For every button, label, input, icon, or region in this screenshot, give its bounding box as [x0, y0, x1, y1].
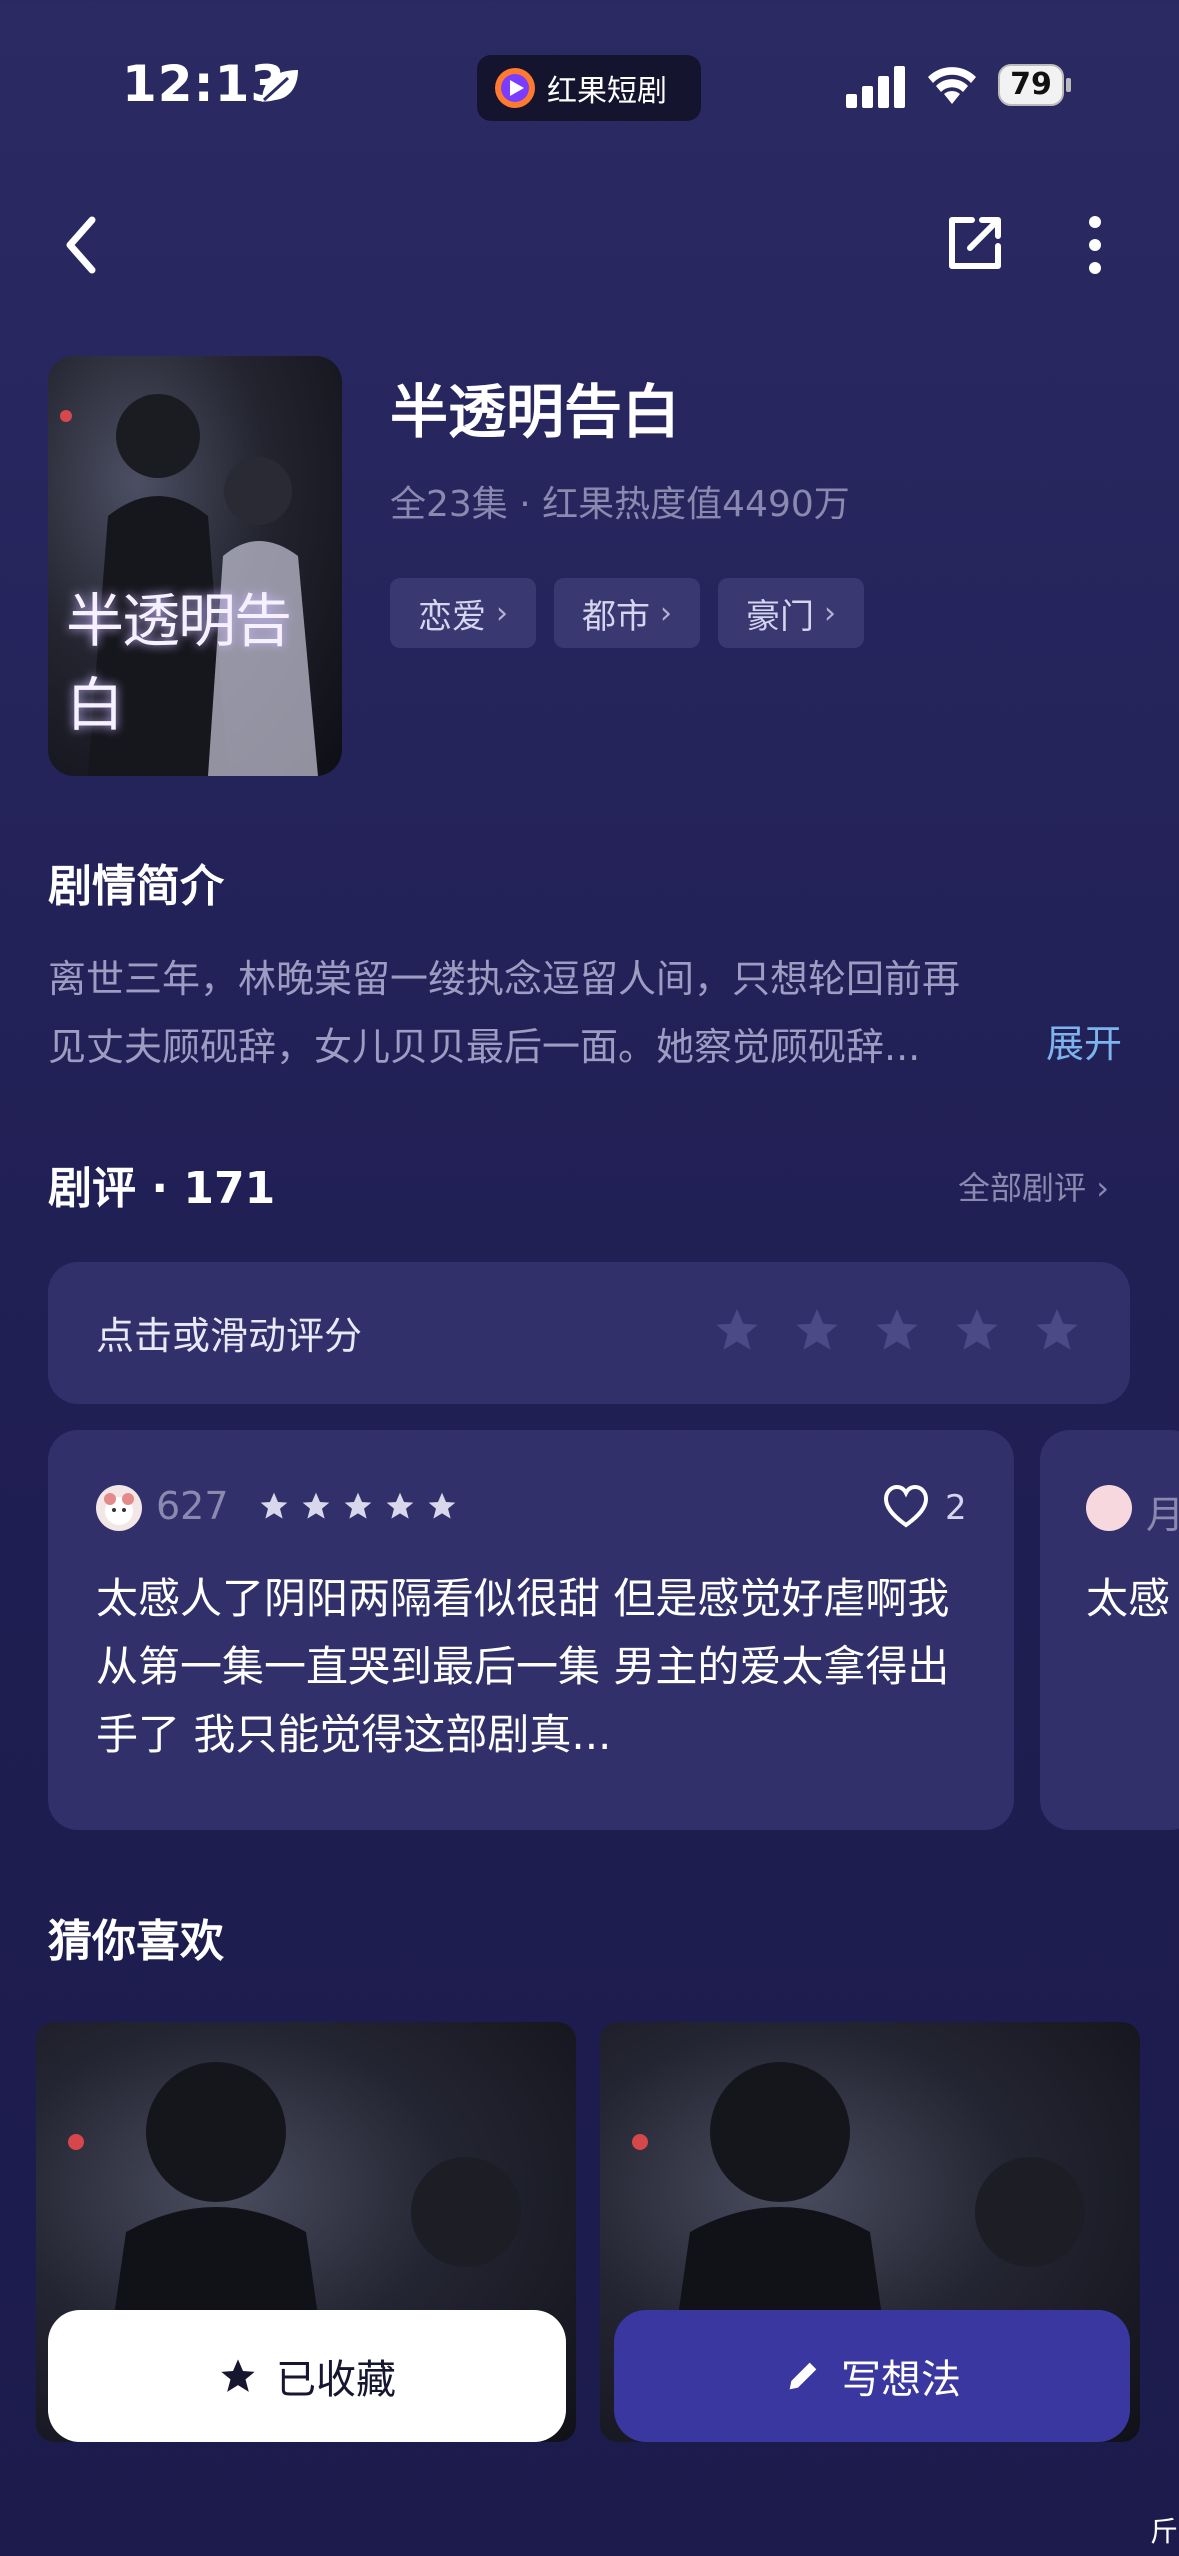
chevron-right-icon: ›: [824, 595, 836, 631]
leaf-icon: [262, 70, 298, 102]
review-text: 太感人了阴阳两隔看似很甜 但是感觉好虐啊我从第一集一直哭到最后一集 男主的爱太拿…: [96, 1574, 950, 1759]
reviews-heading: 剧评 · 171: [48, 1163, 276, 1214]
pencil-icon: [789, 2362, 817, 2390]
like-count: 2: [945, 1488, 967, 1528]
back-button[interactable]: [56, 210, 116, 280]
reviewer-avatar: [96, 1485, 142, 1531]
reviewer-name: 月: [1146, 1493, 1179, 1537]
app-name: 红果短剧: [547, 74, 667, 109]
battery-indicator: 79: [998, 64, 1072, 106]
favorited-button[interactable]: 已收藏: [48, 2310, 566, 2442]
reviewer-name: 627: [156, 1484, 229, 1528]
star-icon[interactable]: [712, 1305, 762, 1355]
star-icon: [428, 1492, 456, 1519]
app-logo-icon: [495, 68, 535, 108]
star-icon: [344, 1492, 372, 1519]
synopsis-text: 离世三年，林晚棠留一缕执念逗留人间，只想轮回前再见丈夫顾砚辞，女儿贝贝最后一面。…: [48, 957, 961, 1069]
genre-tags: 恋爱 › 都市 › 豪门 ›: [390, 578, 864, 648]
star-icon[interactable]: [792, 1305, 842, 1355]
tag-romance[interactable]: 恋爱 ›: [390, 578, 536, 648]
rating-stars[interactable]: [712, 1305, 1082, 1355]
poster-title-text: 半透明告白: [66, 587, 292, 739]
review-text: 太感: [1086, 1574, 1171, 1623]
drama-meta: 全23集 · 红果热度值4490万: [390, 484, 850, 525]
heart-icon[interactable]: [882, 1483, 930, 1529]
corner-glyph: 斤: [1150, 2515, 1179, 2548]
recommend-heading: 猜你喜欢: [48, 1916, 224, 1967]
wifi-icon: [928, 67, 976, 104]
rating-prompt: 点击或滑动评分: [96, 1314, 363, 1358]
more-options-button[interactable]: [1065, 210, 1125, 280]
chevron-right-icon: ›: [660, 595, 672, 631]
star-icon: [302, 1492, 330, 1519]
all-reviews-link[interactable]: 全部剧评 ›: [958, 1163, 1109, 1209]
drama-title: 半透明告白: [390, 378, 681, 446]
share-button[interactable]: [942, 210, 1008, 276]
battery-level: 79: [1010, 67, 1052, 102]
star-icon[interactable]: [1032, 1305, 1082, 1355]
write-thoughts-button[interactable]: 写想法: [614, 2310, 1130, 2442]
reviewer-avatar: [1086, 1485, 1132, 1531]
chevron-right-icon: ›: [496, 595, 508, 631]
star-icon: [260, 1492, 288, 1519]
app-indicator-pill[interactable]: 红果短剧: [477, 55, 701, 121]
star-icon[interactable]: [872, 1305, 922, 1355]
tag-wealthy-family[interactable]: 豪门 ›: [718, 578, 864, 648]
chevron-right-icon: ›: [1096, 1169, 1109, 1207]
star-icon[interactable]: [952, 1305, 1002, 1355]
star-icon: [386, 1492, 414, 1519]
review-stars: [258, 1490, 458, 1522]
expand-synopsis-link[interactable]: 展开: [1046, 1013, 1122, 1068]
star-icon: [221, 2359, 255, 2392]
cellular-signal-icon: [846, 66, 905, 108]
tag-urban[interactable]: 都市 ›: [554, 578, 700, 648]
drama-poster[interactable]: 半透明告白: [48, 356, 342, 776]
synopsis-heading: 剧情简介: [48, 861, 224, 912]
